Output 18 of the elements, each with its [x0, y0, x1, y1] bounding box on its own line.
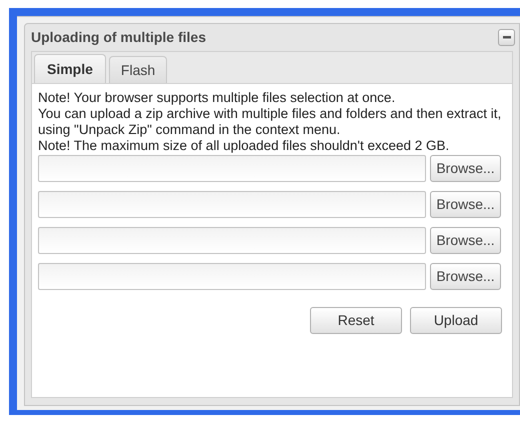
note-text: You can upload a zip archive with multiple files and folders and then extract it, using "Unpack Zip" command in the context menu. [38, 106, 502, 138]
dialog-title: Uploading of multiple files [31, 28, 206, 47]
browse-button[interactable]: Browse... [430, 263, 501, 290]
action-button[interactable]: Upload [410, 307, 502, 334]
note-text: Note! The maximum size of all uploaded files shouldn't exceed 2 GB. [38, 138, 450, 154]
note-text: Note! Your browser supports multiple files selection at once. [38, 90, 396, 106]
file-path-field[interactable] [38, 227, 426, 254]
minimize-icon [502, 36, 510, 39]
file-path-field[interactable] [38, 155, 426, 182]
minimize-button[interactable] [498, 29, 515, 46]
browse-button[interactable]: Browse... [430, 155, 501, 182]
tab[interactable]: Simple [34, 54, 106, 83]
browse-button[interactable]: Browse... [430, 227, 501, 254]
file-path-field[interactable] [38, 191, 426, 218]
browse-button[interactable]: Browse... [430, 191, 501, 218]
file-path-field[interactable] [38, 263, 426, 290]
tab[interactable]: Flash [108, 56, 168, 83]
action-button[interactable]: Reset [310, 307, 402, 334]
